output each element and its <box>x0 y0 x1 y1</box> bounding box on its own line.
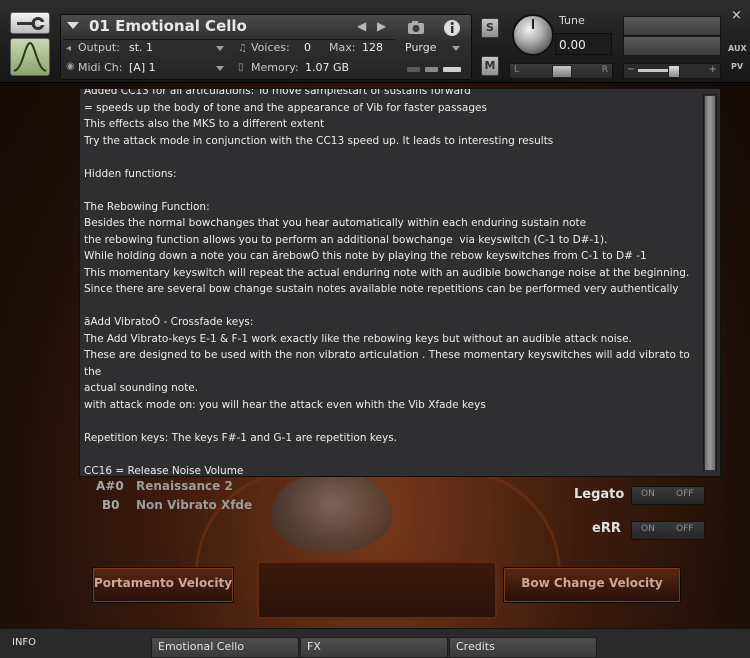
keyswitch-name[interactable]: Renaissance 2 <box>136 479 233 493</box>
legato-toggle[interactable]: ON OFF <box>631 486 705 505</box>
collapse-arrow-icon[interactable] <box>67 22 79 29</box>
cello-image <box>272 472 392 552</box>
pv-button[interactable]: PV <box>731 62 743 71</box>
info-icon <box>444 20 460 36</box>
toggle-off-label[interactable]: OFF <box>676 524 693 534</box>
level-meter-left <box>623 16 721 36</box>
err-toggle[interactable]: ON OFF <box>631 521 705 540</box>
max-label: Max: <box>329 41 356 54</box>
footer-bar: INFO Emotional Cello FX Credits <box>0 628 750 658</box>
purge-dropdown[interactable]: Purge <box>405 41 437 54</box>
envelope-button[interactable] <box>10 38 50 76</box>
wrench-icon <box>17 17 45 30</box>
output-value[interactable]: st. 1 <box>129 41 153 54</box>
purge-dropdown-icon[interactable] <box>452 46 460 51</box>
level-meter-right <box>623 36 721 56</box>
toggle-on-label[interactable]: ON <box>641 489 655 499</box>
volume-minus-icon: − <box>627 64 636 75</box>
midi-channel-label: Midi Ch: <box>78 61 123 74</box>
err-label: eRR <box>592 521 621 536</box>
volume-slider[interactable]: − + <box>623 63 721 79</box>
portamento-velocity-button[interactable]: Portamento Velocity <box>92 567 234 603</box>
midi-channel-value[interactable]: [A] 1 <box>129 61 156 74</box>
memory-label: Memory: <box>251 61 299 74</box>
pan-left-label: L <box>514 65 520 75</box>
toggle-on-label[interactable]: ON <box>641 524 655 534</box>
instrument-header: 01 Emotional Cello ◀ ▶ ◂ Output: st. 1 ♫… <box>0 0 750 83</box>
prev-instrument-icon[interactable]: ◀ <box>357 19 366 33</box>
pan-slider[interactable]: L R <box>509 63 613 79</box>
tune-label: Tune <box>559 14 585 27</box>
wrench-button[interactable] <box>10 12 50 34</box>
pan-slider-thumb[interactable] <box>552 65 572 78</box>
output-dropdown-icon[interactable] <box>216 46 224 51</box>
info-label[interactable]: INFO <box>12 637 36 648</box>
info-text-panel[interactable]: Added CC13 for all articulations: To mov… <box>79 88 721 477</box>
voices-icon: ♫ <box>238 43 247 54</box>
speaker-icon: ◂ <box>66 43 72 54</box>
info-button[interactable] <box>435 18 468 38</box>
info-text: Added CC13 for all articulations: To mov… <box>84 88 690 477</box>
voices-label: Voices: <box>251 41 290 54</box>
volume-slider-thumb[interactable] <box>668 65 680 78</box>
portamento-velocity-label: Portamento Velocity <box>93 576 233 590</box>
next-instrument-icon[interactable]: ▶ <box>377 19 386 33</box>
keyswitch-key: A#0 <box>96 479 124 493</box>
tab-label: Emotional Cello <box>158 640 245 653</box>
mute-button[interactable]: M <box>481 56 499 76</box>
snapshot-button[interactable] <box>399 18 432 38</box>
keyswitch-key: B0 <box>102 498 120 512</box>
midi-dropdown-icon[interactable] <box>216 66 224 71</box>
tab-fx[interactable]: FX <box>300 637 448 658</box>
volume-plus-icon: + <box>708 64 717 75</box>
bow-change-velocity-label: Bow Change Velocity <box>521 576 663 590</box>
envelope-icon <box>13 41 47 72</box>
memory-icon: ▯ <box>238 62 244 73</box>
midi-icon: ◉ <box>66 61 75 72</box>
instrument-name[interactable]: 01 Emotional Cello <box>89 17 247 35</box>
purge-indicator <box>407 67 420 72</box>
tune-value[interactable]: 0.00 <box>559 38 586 52</box>
aux-button[interactable]: AUX <box>728 44 747 53</box>
tab-emotional-cello[interactable]: Emotional Cello <box>151 637 299 658</box>
knob-indicator <box>532 19 534 29</box>
vertical-scrollbar[interactable] <box>703 94 717 471</box>
voices-value: 0 <box>304 41 311 54</box>
tab-label: Credits <box>456 640 495 653</box>
purge-indicator <box>443 67 461 72</box>
toggle-off-label[interactable]: OFF <box>676 489 693 499</box>
bow-change-velocity-button[interactable]: Bow Change Velocity <box>503 567 681 603</box>
camera-icon <box>408 21 424 34</box>
pan-right-label: R <box>601 65 608 75</box>
legato-label: Legato <box>574 487 625 502</box>
output-label: Output: <box>78 41 120 54</box>
tab-label: FX <box>307 640 321 653</box>
scrollbar-thumb[interactable] <box>704 95 716 471</box>
close-icon[interactable]: × <box>731 8 742 23</box>
center-display <box>257 561 497 619</box>
panel-divider <box>63 39 395 40</box>
max-voices-value[interactable]: 128 <box>362 41 383 54</box>
instrument-panel: 01 Emotional Cello ◀ ▶ ◂ Output: st. 1 ♫… <box>60 14 472 80</box>
memory-value: 1.07 GB <box>305 61 350 74</box>
volume-fill <box>638 69 668 72</box>
tab-credits[interactable]: Credits <box>449 637 597 658</box>
solo-button[interactable]: S <box>481 18 499 38</box>
tune-knob[interactable] <box>512 14 554 56</box>
purge-indicator <box>425 67 438 72</box>
kontakt-instrument-window: 01 Emotional Cello ◀ ▶ ◂ Output: st. 1 ♫… <box>0 0 750 658</box>
keyswitch-name[interactable]: Non Vibrato Xfde <box>136 498 252 512</box>
